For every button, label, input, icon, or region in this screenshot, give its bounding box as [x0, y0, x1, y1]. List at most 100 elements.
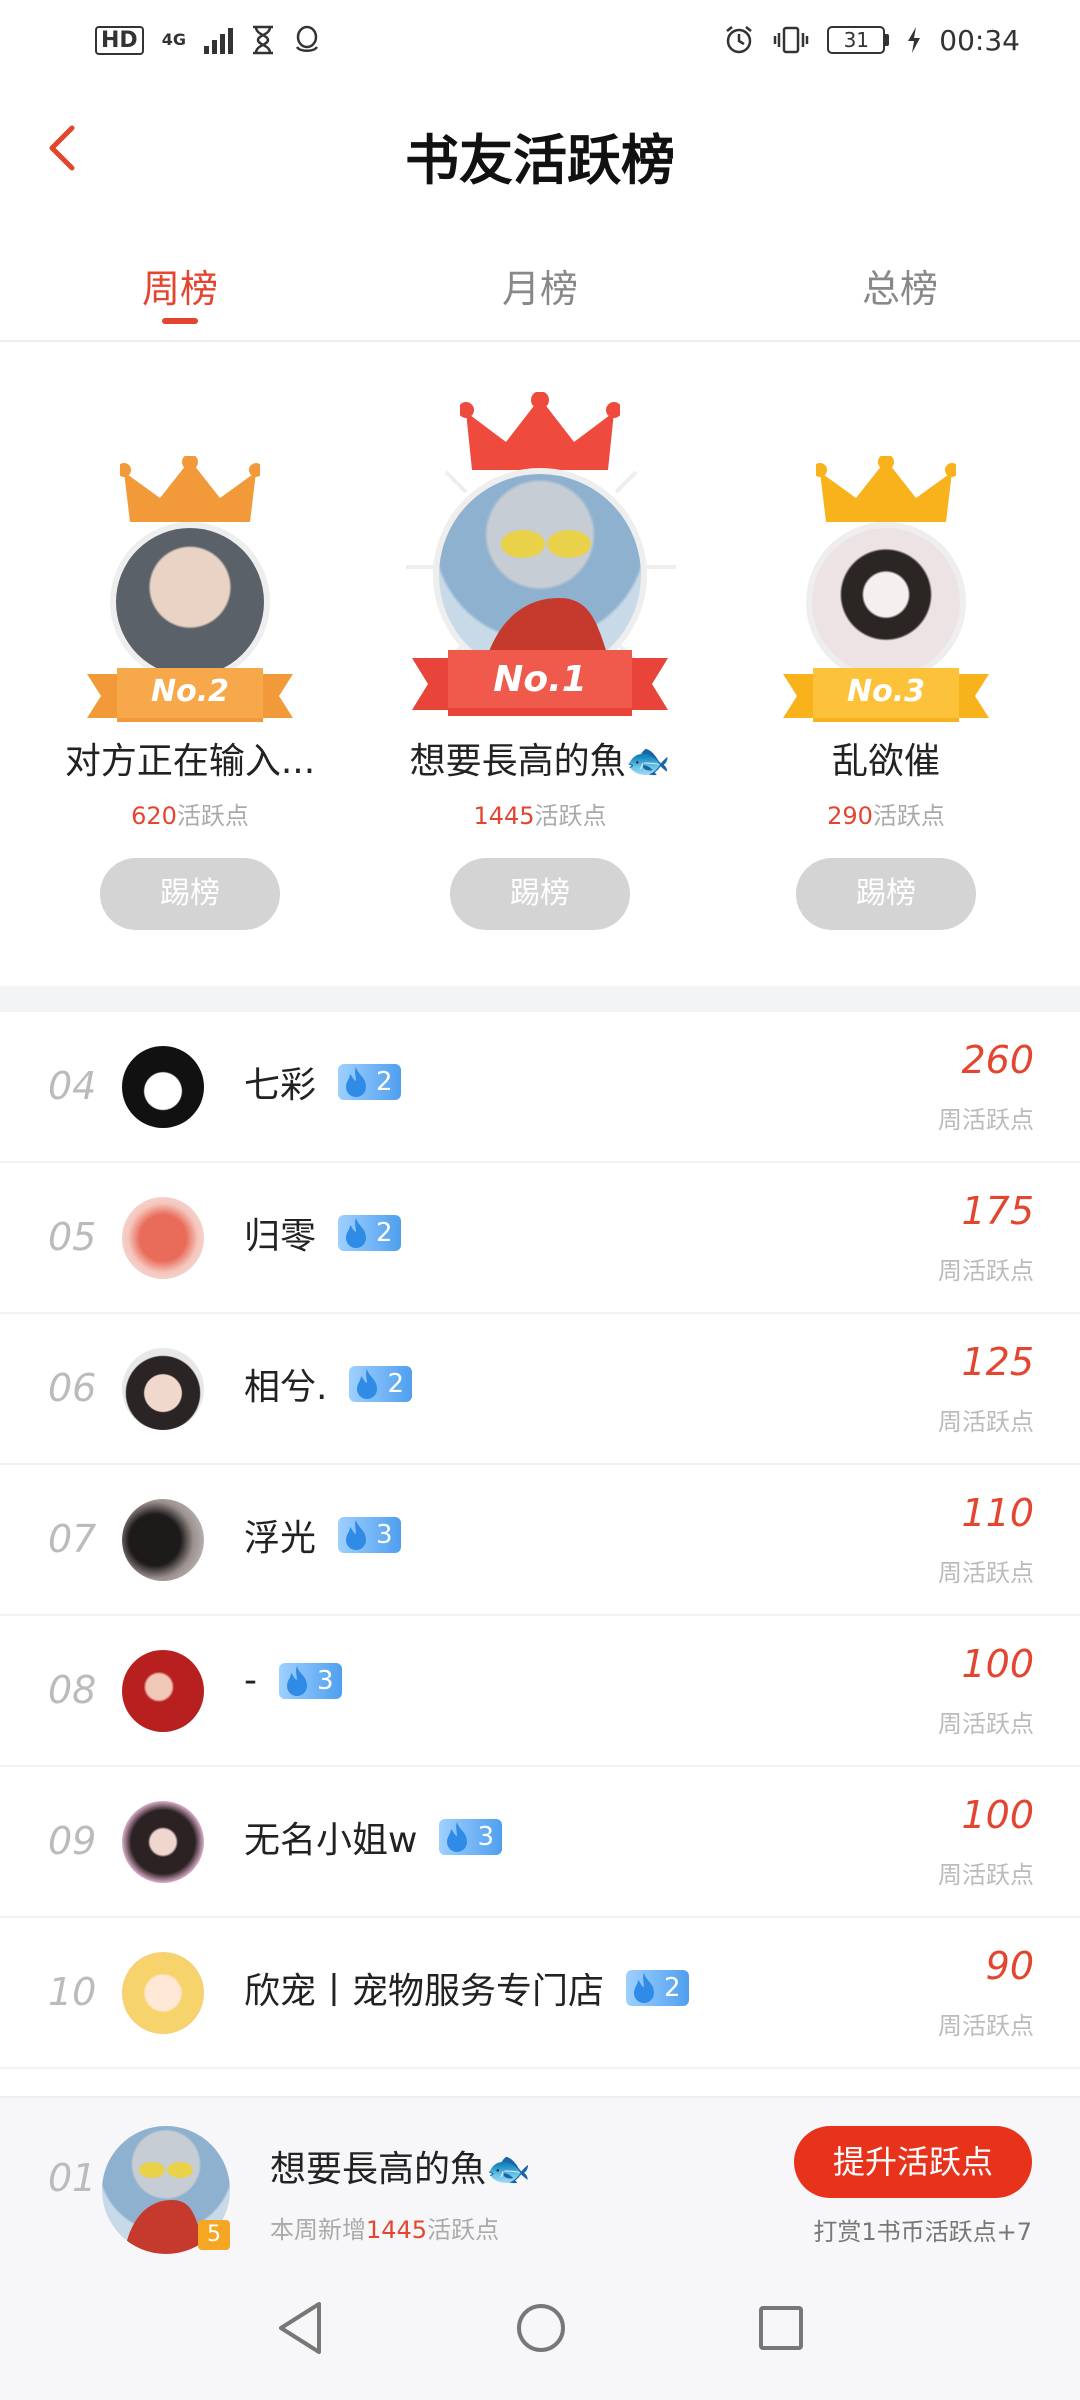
hd-indicator: HD — [95, 25, 144, 55]
flame-icon — [634, 1973, 655, 2003]
flame-icon — [447, 1822, 468, 1852]
my-rank-bar: 01 5 想要長高的魚🐟 本周新增1445活跃点 提升活跃点 打赏1书币活跃点+… — [0, 2096, 1080, 2256]
list-item[interactable]: 06 相兮. 2 125 周活跃点 — [0, 1314, 1080, 1465]
vibrate-icon — [774, 26, 809, 54]
avatar[interactable] — [122, 1801, 204, 1883]
flame-icon — [346, 1218, 367, 1248]
rank-number: 06 — [48, 1366, 97, 1410]
points: 290活跃点 — [827, 802, 945, 830]
score-label: 周活跃点 — [938, 1106, 1034, 1134]
score-label: 周活跃点 — [938, 1861, 1034, 1889]
user-name: 归零 — [244, 1216, 317, 1257]
level-badge: 3 — [338, 1517, 401, 1553]
reward-hint: 打赏1书币活跃点+7 — [813, 2218, 1032, 2246]
tab-monthly[interactable]: 月榜 — [360, 230, 720, 340]
flame-icon — [357, 1369, 378, 1399]
boost-activity-button[interactable]: 提升活跃点 — [794, 2126, 1032, 2198]
avatar[interactable] — [122, 1046, 204, 1128]
score: 100 — [961, 1793, 1034, 1837]
rank-label: No.3 — [847, 673, 925, 709]
list-item[interactable]: 08 - 3 100 周活跃点 — [0, 1616, 1080, 1767]
page-title: 书友活跃榜 — [405, 128, 675, 192]
avatar[interactable] — [110, 522, 270, 682]
level-badge: 3 — [279, 1662, 342, 1699]
avatar[interactable] — [122, 1348, 204, 1430]
flame-icon — [346, 1520, 367, 1550]
avatar[interactable] — [122, 1650, 204, 1732]
section-divider — [0, 986, 1080, 1012]
list-item[interactable]: 09 无名小姐w 3 100 周活跃点 — [0, 1767, 1080, 1918]
user-name: 想要長高的魚🐟 — [409, 741, 671, 782]
rank-ribbon: No.3 — [783, 660, 989, 722]
list-item[interactable]: 04 七彩 2 260 周活跃点 — [0, 1012, 1080, 1163]
user-name: 乱欲催 — [831, 741, 940, 782]
score: 100 — [961, 1642, 1034, 1686]
list-item[interactable]: 07 浮光 3 110 周活跃点 — [0, 1465, 1080, 1616]
rank-number: 05 — [48, 1215, 97, 1259]
charging-icon — [908, 27, 921, 53]
score-label: 周活跃点 — [938, 1408, 1034, 1436]
tab-total[interactable]: 总榜 — [720, 230, 1080, 340]
tab-bar: 周榜 月榜 总榜 — [0, 230, 1080, 342]
podium-third: No.3 乱欲催 290活跃点 踢榜 — [716, 344, 1056, 986]
score-label: 周活跃点 — [938, 1559, 1034, 1587]
score: 110 — [961, 1491, 1034, 1535]
level-badge: 2 — [338, 1064, 401, 1100]
back-nav-icon[interactable] — [275, 2300, 325, 2356]
system-nav-bar — [0, 2256, 1080, 2400]
list-item[interactable]: 10 欣宠丨宠物服务专门店 2 90 周活跃点 — [0, 1918, 1080, 2069]
score-label: 周活跃点 — [938, 1257, 1034, 1285]
crown-icon — [813, 454, 959, 532]
list-item[interactable]: 05 归零 2 175 周活跃点 — [0, 1163, 1080, 1314]
score-label: 周活跃点 — [938, 2012, 1034, 2040]
podium-first: No.1 想要長高的魚🐟 1445活跃点 踢榜 — [370, 344, 710, 986]
my-level-badge: 5 — [198, 2220, 230, 2250]
user-name: 七彩 — [244, 1065, 317, 1106]
level-badge: 2 — [338, 1215, 401, 1251]
user-name: 欣宠丨宠物服务专门店 — [244, 1971, 605, 2012]
battery-level: 31 — [827, 26, 886, 54]
score: 175 — [961, 1189, 1034, 1233]
clock: 00:34 — [939, 23, 1020, 57]
level-badge: 2 — [349, 1366, 412, 1402]
recents-nav-icon[interactable] — [757, 2304, 805, 2352]
flame-icon — [346, 1067, 367, 1097]
score-label: 周活跃点 — [938, 1710, 1034, 1738]
tab-weekly[interactable]: 周榜 — [0, 230, 360, 340]
crown-icon — [117, 454, 263, 532]
rank-number: 07 — [48, 1517, 97, 1561]
rank-number: 09 — [48, 1819, 97, 1863]
kick-button[interactable]: 踢榜 — [796, 858, 976, 930]
rank-label: No.1 — [493, 658, 587, 700]
rank-number: 10 — [48, 1970, 97, 2014]
avatar[interactable] — [806, 522, 966, 682]
podium: No.2 对方正在输入... 620活跃点 踢榜 No.1 想要長高的魚🐟 14… — [0, 344, 1080, 986]
avatar[interactable] — [122, 1952, 204, 2034]
user-name: 无名小姐w — [244, 1820, 418, 1861]
level-badge: 3 — [439, 1819, 502, 1855]
user-name: - — [244, 1660, 257, 1701]
user-name: 浮光 — [244, 1518, 317, 1559]
level-badge: 2 — [626, 1970, 689, 2006]
flame-icon — [287, 1665, 307, 1696]
network-label: 4G — [161, 30, 186, 49]
status-bar: HD 4G 31 00:34 — [0, 0, 1080, 80]
podium-second: No.2 对方正在输入... 620活跃点 踢榜 — [20, 344, 360, 986]
my-weekly-points: 本周新增1445活跃点 — [270, 2216, 500, 2244]
avatar[interactable] — [122, 1197, 204, 1279]
home-nav-icon[interactable] — [515, 2302, 567, 2354]
my-rank-number: 01 — [48, 2156, 97, 2200]
user-name: 对方正在输入... — [64, 741, 316, 782]
signal-icon — [203, 26, 233, 54]
rank-number: 04 — [48, 1064, 97, 1108]
rank-ribbon: No.1 — [412, 642, 668, 716]
my-name: 想要長高的魚🐟 — [270, 2149, 531, 2190]
kick-button[interactable]: 踢榜 — [450, 858, 630, 930]
app-header: 书友活跃榜 — [0, 80, 1080, 220]
score: 90 — [985, 1944, 1034, 1988]
kick-button[interactable]: 踢榜 — [100, 858, 280, 930]
rank-label: No.2 — [151, 673, 229, 709]
avatar[interactable] — [122, 1499, 204, 1581]
user-name: 相兮. — [244, 1367, 328, 1408]
points: 620活跃点 — [131, 802, 249, 830]
